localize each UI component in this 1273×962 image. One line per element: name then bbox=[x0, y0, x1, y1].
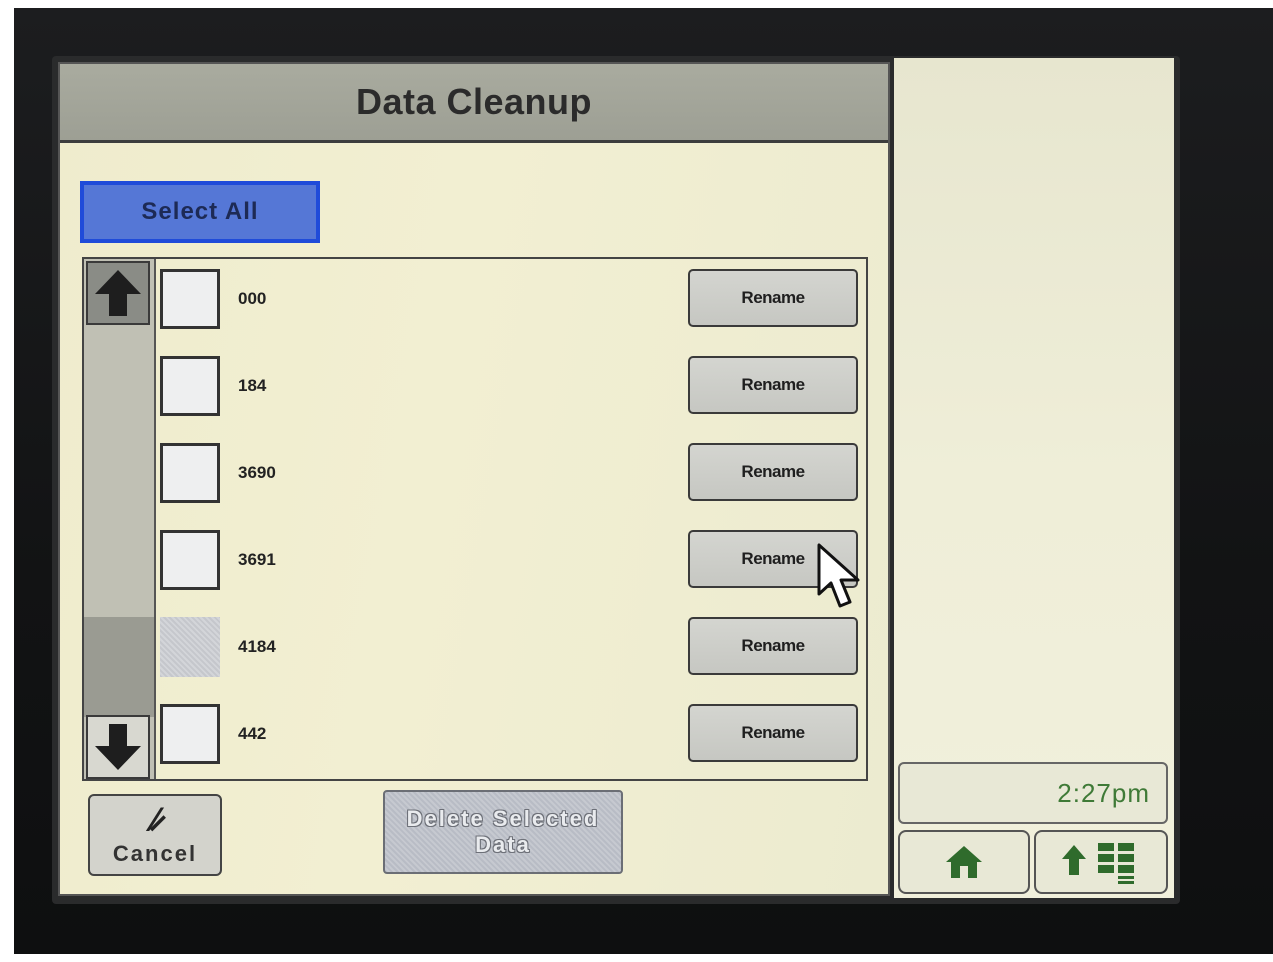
rename-button[interactable]: Rename bbox=[688, 617, 858, 675]
clock-display: 2:27pm bbox=[898, 762, 1168, 824]
mouse-pointer-icon bbox=[817, 543, 860, 608]
item-label: 3690 bbox=[238, 463, 276, 482]
page-title: Data Cleanup bbox=[355, 81, 593, 122]
scroll-down-button[interactable] bbox=[86, 715, 150, 779]
rename-button[interactable]: Rename bbox=[688, 443, 858, 501]
arrow-up-menu-icon bbox=[1062, 843, 1134, 884]
menu-up-button[interactable] bbox=[1034, 830, 1168, 894]
item-checkbox[interactable] bbox=[160, 704, 220, 764]
delete-label-line2: Data bbox=[475, 832, 531, 857]
rename-button[interactable]: Rename bbox=[688, 269, 858, 327]
cancel-icon: ⁄̷ bbox=[152, 801, 158, 839]
rename-button[interactable]: Rename bbox=[688, 704, 858, 762]
cancel-label: Cancel bbox=[112, 841, 198, 866]
scrollbar[interactable] bbox=[84, 259, 156, 779]
arrow-down-icon bbox=[95, 724, 141, 770]
data-list: 000 Rename 184 Rename 3690 Rename 3691 R… bbox=[82, 257, 868, 781]
delete-selected-button[interactable]: Delete Selected Data bbox=[383, 790, 623, 874]
item-label: 184 bbox=[238, 376, 267, 395]
scroll-thumb[interactable] bbox=[84, 617, 154, 717]
scroll-up-button[interactable] bbox=[86, 261, 150, 325]
list-item: 4184 Rename bbox=[160, 607, 860, 687]
item-label: 442 bbox=[238, 724, 267, 743]
item-label: 4184 bbox=[238, 637, 276, 656]
list-item: 184 Rename bbox=[160, 346, 860, 426]
list-item: 000 Rename bbox=[160, 259, 860, 339]
item-checkbox[interactable] bbox=[160, 269, 220, 329]
home-button[interactable] bbox=[898, 830, 1030, 894]
item-label: 3691 bbox=[238, 550, 276, 569]
cancel-button[interactable]: ⁄̷ Cancel bbox=[88, 794, 222, 876]
select-all-button[interactable]: Select All bbox=[80, 181, 320, 243]
list-item: 442 Rename bbox=[160, 694, 860, 774]
title-bar: Data Cleanup bbox=[60, 64, 888, 143]
item-label: 000 bbox=[238, 289, 267, 308]
item-checkbox[interactable] bbox=[160, 443, 220, 503]
list-item: 3690 Rename bbox=[160, 433, 860, 513]
list-item: 3691 Rename bbox=[160, 520, 860, 600]
data-cleanup-panel: Data Cleanup Select All 000 Rename 184 R… bbox=[58, 62, 890, 896]
side-panel: 2:27pm bbox=[894, 58, 1174, 898]
arrow-up-icon bbox=[95, 270, 141, 316]
item-checkbox-disabled bbox=[160, 617, 220, 677]
rename-button[interactable]: Rename bbox=[688, 356, 858, 414]
item-checkbox[interactable] bbox=[160, 530, 220, 590]
delete-label-line1: Delete Selected bbox=[406, 806, 600, 831]
item-checkbox[interactable] bbox=[160, 356, 220, 416]
home-icon bbox=[946, 846, 982, 878]
